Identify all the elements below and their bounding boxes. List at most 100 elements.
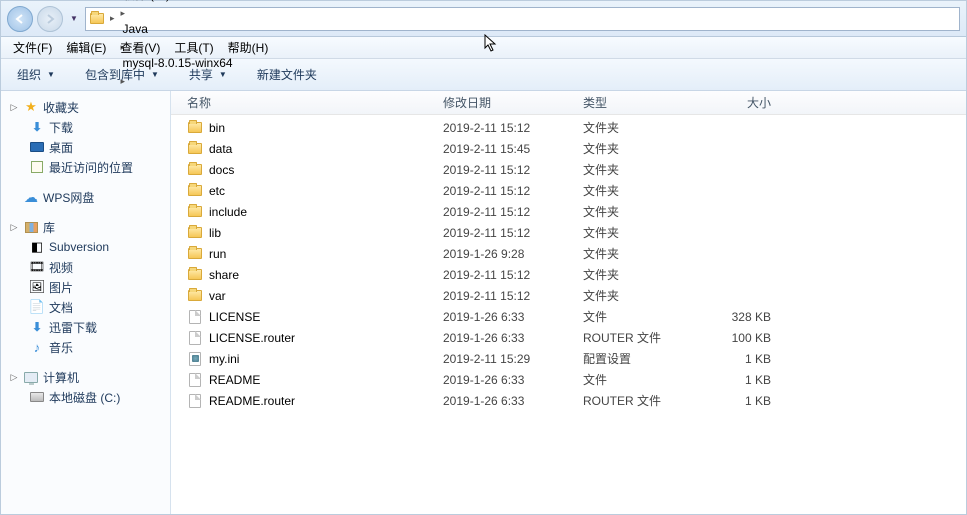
file-row[interactable]: etc2019-2-11 15:12文件夹	[171, 180, 966, 201]
file-row[interactable]: run2019-1-26 9:28文件夹	[171, 243, 966, 264]
tree-collapse-icon[interactable]: ▷	[9, 372, 19, 383]
file-row[interactable]: share2019-2-11 15:12文件夹	[171, 264, 966, 285]
menu-help[interactable]: 帮助(H)	[222, 37, 275, 58]
file-type: 文件夹	[577, 161, 687, 178]
file-name: bin	[209, 121, 225, 135]
file-name-cell: data	[181, 141, 437, 157]
sidebar-documents[interactable]: 📄文档	[1, 297, 170, 317]
navigation-pane[interactable]: ▷★收藏夹 ⬇下载 桌面 最近访问的位置 ☁WPS网盘 ▷库 ◧Subversi…	[1, 91, 171, 514]
folder-icon	[187, 183, 203, 199]
history-dropdown[interactable]: ▼	[67, 6, 81, 32]
sidebar-pictures[interactable]: 🖼图片	[1, 277, 170, 297]
file-row[interactable]: my.ini2019-2-11 15:29配置设置1 KB	[171, 348, 966, 369]
file-row[interactable]: LICENSE2019-1-26 6:33文件328 KB	[171, 306, 966, 327]
sidebar-desktop[interactable]: 桌面	[1, 137, 170, 157]
file-row[interactable]: LICENSE.router2019-1-26 6:33ROUTER 文件100…	[171, 327, 966, 348]
forward-button[interactable]	[37, 6, 63, 32]
file-name-cell: etc	[181, 183, 437, 199]
file-list[interactable]: bin2019-2-11 15:12文件夹data2019-2-11 15:45…	[171, 115, 966, 514]
column-date[interactable]: 修改日期	[437, 94, 577, 111]
menu-file[interactable]: 文件(F)	[7, 37, 58, 58]
file-name: share	[209, 268, 239, 282]
file-type: ROUTER 文件	[577, 329, 687, 346]
new-folder-button[interactable]: 新建文件夹	[251, 63, 323, 86]
file-row[interactable]: bin2019-2-11 15:12文件夹	[171, 117, 966, 138]
file-row[interactable]: include2019-2-11 15:12文件夹	[171, 201, 966, 222]
sidebar-disk-c[interactable]: 本地磁盘 (C:)	[1, 387, 170, 407]
file-name: data	[209, 142, 232, 156]
back-button[interactable]	[7, 6, 33, 32]
file-name-cell: run	[181, 246, 437, 262]
file-date: 2019-2-11 15:12	[437, 184, 577, 198]
breadcrumb-segment[interactable]: 软件 (D:)	[119, 0, 237, 5]
file-date: 2019-1-26 6:33	[437, 373, 577, 387]
folder-icon	[187, 246, 203, 262]
file-name-cell: LICENSE.router	[181, 330, 437, 346]
folder-icon	[187, 120, 203, 136]
file-row[interactable]: README.router2019-1-26 6:33ROUTER 文件1 KB	[171, 390, 966, 411]
file-type: 文件夹	[577, 140, 687, 157]
file-icon	[187, 393, 203, 409]
star-icon: ★	[23, 99, 39, 115]
file-row[interactable]: docs2019-2-11 15:12文件夹	[171, 159, 966, 180]
folder-icon	[187, 204, 203, 220]
tree-collapse-icon[interactable]: ▷	[9, 222, 19, 233]
file-row[interactable]: data2019-2-11 15:45文件夹	[171, 138, 966, 159]
arrow-left-icon	[14, 13, 26, 25]
file-row[interactable]: lib2019-2-11 15:12文件夹	[171, 222, 966, 243]
chevron-right-icon[interactable]: ▸	[119, 8, 128, 18]
sidebar-libraries[interactable]: ▷库	[1, 217, 170, 237]
sidebar-computer[interactable]: ▷计算机	[1, 367, 170, 387]
address-bar[interactable]: ▸ 计算机▸软件 (D:)▸Java▸mysql-8.0.15-winx64▸	[85, 7, 960, 31]
chevron-down-icon: ▼	[219, 70, 227, 79]
file-date: 2019-1-26 6:33	[437, 394, 577, 408]
organize-button[interactable]: 组织▼	[11, 63, 61, 86]
tree-collapse-icon[interactable]: ▷	[9, 102, 19, 113]
menu-edit[interactable]: 编辑(E)	[60, 37, 112, 58]
folder-icon	[187, 288, 203, 304]
column-headers: 名称 修改日期 类型 大小	[171, 91, 966, 115]
music-icon: ♪	[29, 339, 45, 355]
include-in-library-button[interactable]: 包含到库中▼	[79, 63, 165, 86]
column-size[interactable]: 大小	[687, 94, 777, 111]
column-type[interactable]: 类型	[577, 94, 687, 111]
breadcrumb-segment[interactable]: Java	[119, 19, 237, 39]
file-name: my.ini	[209, 352, 239, 366]
file-size: 100 KB	[687, 331, 777, 345]
file-name: LICENSE	[209, 310, 260, 324]
column-name[interactable]: 名称	[181, 94, 437, 111]
sidebar-music[interactable]: ♪音乐	[1, 337, 170, 357]
menu-view[interactable]: 查看(V)	[114, 37, 166, 58]
sidebar-videos[interactable]: 🎞视频	[1, 257, 170, 277]
file-type: 配置设置	[577, 350, 687, 367]
file-row[interactable]: README2019-1-26 6:33文件1 KB	[171, 369, 966, 390]
sidebar-favorites[interactable]: ▷★收藏夹	[1, 97, 170, 117]
sidebar-wps[interactable]: ☁WPS网盘	[1, 187, 170, 207]
share-button[interactable]: 共享▼	[183, 63, 233, 86]
arrow-right-icon	[44, 13, 56, 25]
file-type: 文件夹	[577, 224, 687, 241]
file-date: 2019-1-26 6:33	[437, 310, 577, 324]
file-name: docs	[209, 163, 234, 177]
recent-icon	[29, 159, 45, 175]
file-date: 2019-2-11 15:12	[437, 289, 577, 303]
subversion-icon: ◧	[29, 239, 45, 255]
file-date: 2019-1-26 6:33	[437, 331, 577, 345]
config-file-icon	[187, 351, 203, 367]
sidebar-recent[interactable]: 最近访问的位置	[1, 157, 170, 177]
sidebar-downloads[interactable]: ⬇下载	[1, 117, 170, 137]
file-name-cell: var	[181, 288, 437, 304]
library-icon	[23, 219, 39, 235]
file-size: 1 KB	[687, 352, 777, 366]
file-list-pane: 名称 修改日期 类型 大小 bin2019-2-11 15:12文件夹data2…	[171, 91, 966, 514]
file-type: 文件夹	[577, 245, 687, 262]
sidebar-subversion[interactable]: ◧Subversion	[1, 237, 170, 257]
file-row[interactable]: var2019-2-11 15:12文件夹	[171, 285, 966, 306]
file-date: 2019-2-11 15:12	[437, 226, 577, 240]
menu-tools[interactable]: 工具(T)	[168, 37, 219, 58]
sidebar-xunlei[interactable]: ⬇迅雷下载	[1, 317, 170, 337]
file-name-cell: share	[181, 267, 437, 283]
chevron-right-icon[interactable]: ▸	[108, 13, 117, 24]
file-type: 文件夹	[577, 182, 687, 199]
chevron-down-icon: ▼	[47, 70, 55, 79]
